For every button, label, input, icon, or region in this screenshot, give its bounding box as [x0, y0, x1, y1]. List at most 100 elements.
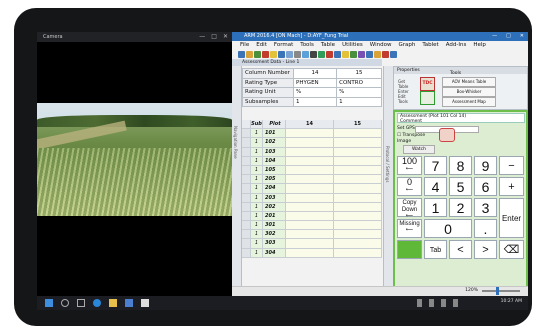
table-row[interactable]: 1 103 — [242, 147, 382, 157]
row-selector[interactable] — [242, 147, 251, 157]
battery-icon[interactable] — [453, 299, 458, 307]
folder-icon[interactable] — [270, 51, 277, 58]
left-arrow-button[interactable]: < — [449, 240, 472, 259]
image-icon[interactable] — [374, 51, 381, 58]
column-15-cell[interactable] — [334, 175, 382, 185]
column-14-cell[interactable] — [286, 248, 334, 258]
menu-table[interactable]: Table — [321, 41, 335, 50]
column-14-cell[interactable] — [286, 193, 334, 203]
menu-graph[interactable]: Graph — [398, 41, 415, 50]
key-100[interactable]: 100 ⟵ — [397, 156, 422, 175]
filter-icon[interactable] — [326, 51, 333, 58]
copy-down-button[interactable]: Copy Down ⟵ — [397, 198, 422, 219]
column-14-cell[interactable] — [286, 147, 334, 157]
key-6[interactable]: 6 — [474, 177, 497, 196]
menu-utilities[interactable]: Utilities — [342, 41, 363, 50]
edge-icon[interactable] — [93, 299, 101, 307]
new-icon[interactable] — [238, 51, 245, 58]
missing-button[interactable]: Missing ⟵ — [397, 219, 422, 238]
menu-file[interactable]: File — [240, 41, 249, 50]
windows-start-icon[interactable] — [45, 299, 53, 307]
row-selector[interactable] — [242, 193, 251, 203]
header-cell[interactable]: 14 — [292, 68, 338, 79]
key-7[interactable]: 7 — [424, 156, 447, 175]
print-icon[interactable] — [278, 51, 285, 58]
column-15-cell[interactable] — [334, 184, 382, 194]
header-cell[interactable]: PHYGEN — [292, 77, 338, 88]
copy-icon[interactable] — [286, 51, 293, 58]
row-selector[interactable] — [242, 211, 251, 222]
save-icon[interactable] — [254, 51, 261, 58]
column-14-cell[interactable] — [286, 165, 334, 176]
column-15-cell[interactable] — [334, 138, 382, 148]
column-14-cell[interactable] — [286, 129, 334, 139]
zoom-slider-knob[interactable] — [496, 286, 499, 295]
table-row[interactable]: 1 302 — [242, 230, 382, 240]
arm-app-icon[interactable] — [125, 299, 133, 307]
open-icon[interactable] — [246, 51, 253, 58]
table-row[interactable]: 1 203 — [242, 193, 382, 203]
watch-button[interactable]: Watch — [403, 145, 435, 154]
row-selector[interactable] — [242, 138, 251, 148]
menu-add-ins[interactable]: Add-Ins — [446, 41, 467, 50]
set-gps-label[interactable]: Set GPS — [397, 126, 415, 131]
table-row[interactable]: 1 204 — [242, 184, 382, 194]
key-4[interactable]: 4 — [424, 177, 447, 196]
row-selector[interactable] — [242, 175, 251, 185]
undo-icon[interactable] — [302, 51, 309, 58]
tablet-mode-icon[interactable] — [420, 91, 435, 105]
selected-indicator[interactable] — [397, 240, 422, 259]
header-cell[interactable]: 1 — [292, 96, 338, 107]
table-row[interactable]: 1 104 — [242, 156, 382, 166]
right-arrow-button[interactable]: > — [474, 240, 497, 259]
key-1[interactable]: 1 — [424, 198, 447, 217]
key-zero-up[interactable]: 0 ⟵ — [397, 177, 422, 196]
key-8[interactable]: 8 — [449, 156, 472, 175]
row-selector[interactable] — [242, 202, 251, 212]
map-icon[interactable] — [366, 51, 373, 58]
delete-icon[interactable] — [262, 51, 269, 58]
menu-tablet[interactable]: Tablet — [422, 41, 438, 50]
camera-app-icon[interactable] — [141, 299, 149, 307]
key-minus[interactable]: − — [499, 156, 524, 175]
menu-help[interactable]: Help — [473, 41, 486, 50]
notification-icon[interactable] — [417, 299, 422, 307]
column-15-cell[interactable] — [334, 230, 382, 240]
row-selector[interactable] — [242, 156, 251, 166]
key-plus[interactable]: + — [499, 177, 524, 196]
tab-button[interactable]: Tab — [424, 240, 447, 259]
transpose-checkbox[interactable]: ☐ Transpose — [397, 133, 425, 138]
table-row[interactable]: 1 303 — [242, 239, 382, 249]
row-selector[interactable] — [242, 230, 251, 240]
navigation-pane[interactable]: Navigation Pane — [232, 66, 242, 296]
maximize-icon[interactable]: □ — [211, 32, 217, 42]
row-selector[interactable] — [242, 239, 251, 249]
row-selector[interactable] — [242, 129, 251, 139]
key-0[interactable]: 0 — [424, 219, 472, 238]
column-15-cell[interactable] — [334, 248, 382, 258]
menu-window[interactable]: Window — [370, 41, 392, 50]
aov-means-button[interactable]: AOV Means Table — [442, 77, 496, 87]
table-row[interactable]: 1 205 — [242, 175, 382, 185]
column-14-cell[interactable] — [286, 230, 334, 240]
column-15-cell[interactable] — [334, 221, 382, 231]
file-explorer-icon[interactable] — [109, 299, 117, 307]
key-dot[interactable]: . — [474, 219, 497, 238]
column-14-cell[interactable] — [286, 156, 334, 166]
chart-icon[interactable] — [334, 51, 341, 58]
table-row[interactable]: 1 304 — [242, 248, 382, 258]
enter-button[interactable]: Enter — [499, 198, 524, 238]
maximize-icon[interactable]: □ — [506, 32, 511, 41]
column-14-cell[interactable] — [286, 184, 334, 194]
row-selector[interactable] — [242, 184, 251, 194]
assessment-map-button[interactable]: Assessment Map — [442, 97, 496, 107]
box-whisker-button[interactable]: Box-Whisker — [442, 87, 496, 97]
close-icon[interactable]: ✕ — [520, 32, 524, 41]
table-row[interactable]: 1 101 — [242, 129, 382, 139]
column-14-cell[interactable] — [286, 175, 334, 185]
column-14-cell[interactable] — [286, 202, 334, 212]
header-cell[interactable]: CONTRO — [336, 77, 382, 88]
menu-format[interactable]: Format — [274, 41, 293, 50]
menu-edit[interactable]: Edit — [256, 41, 267, 50]
column-15-cell[interactable] — [334, 156, 382, 166]
